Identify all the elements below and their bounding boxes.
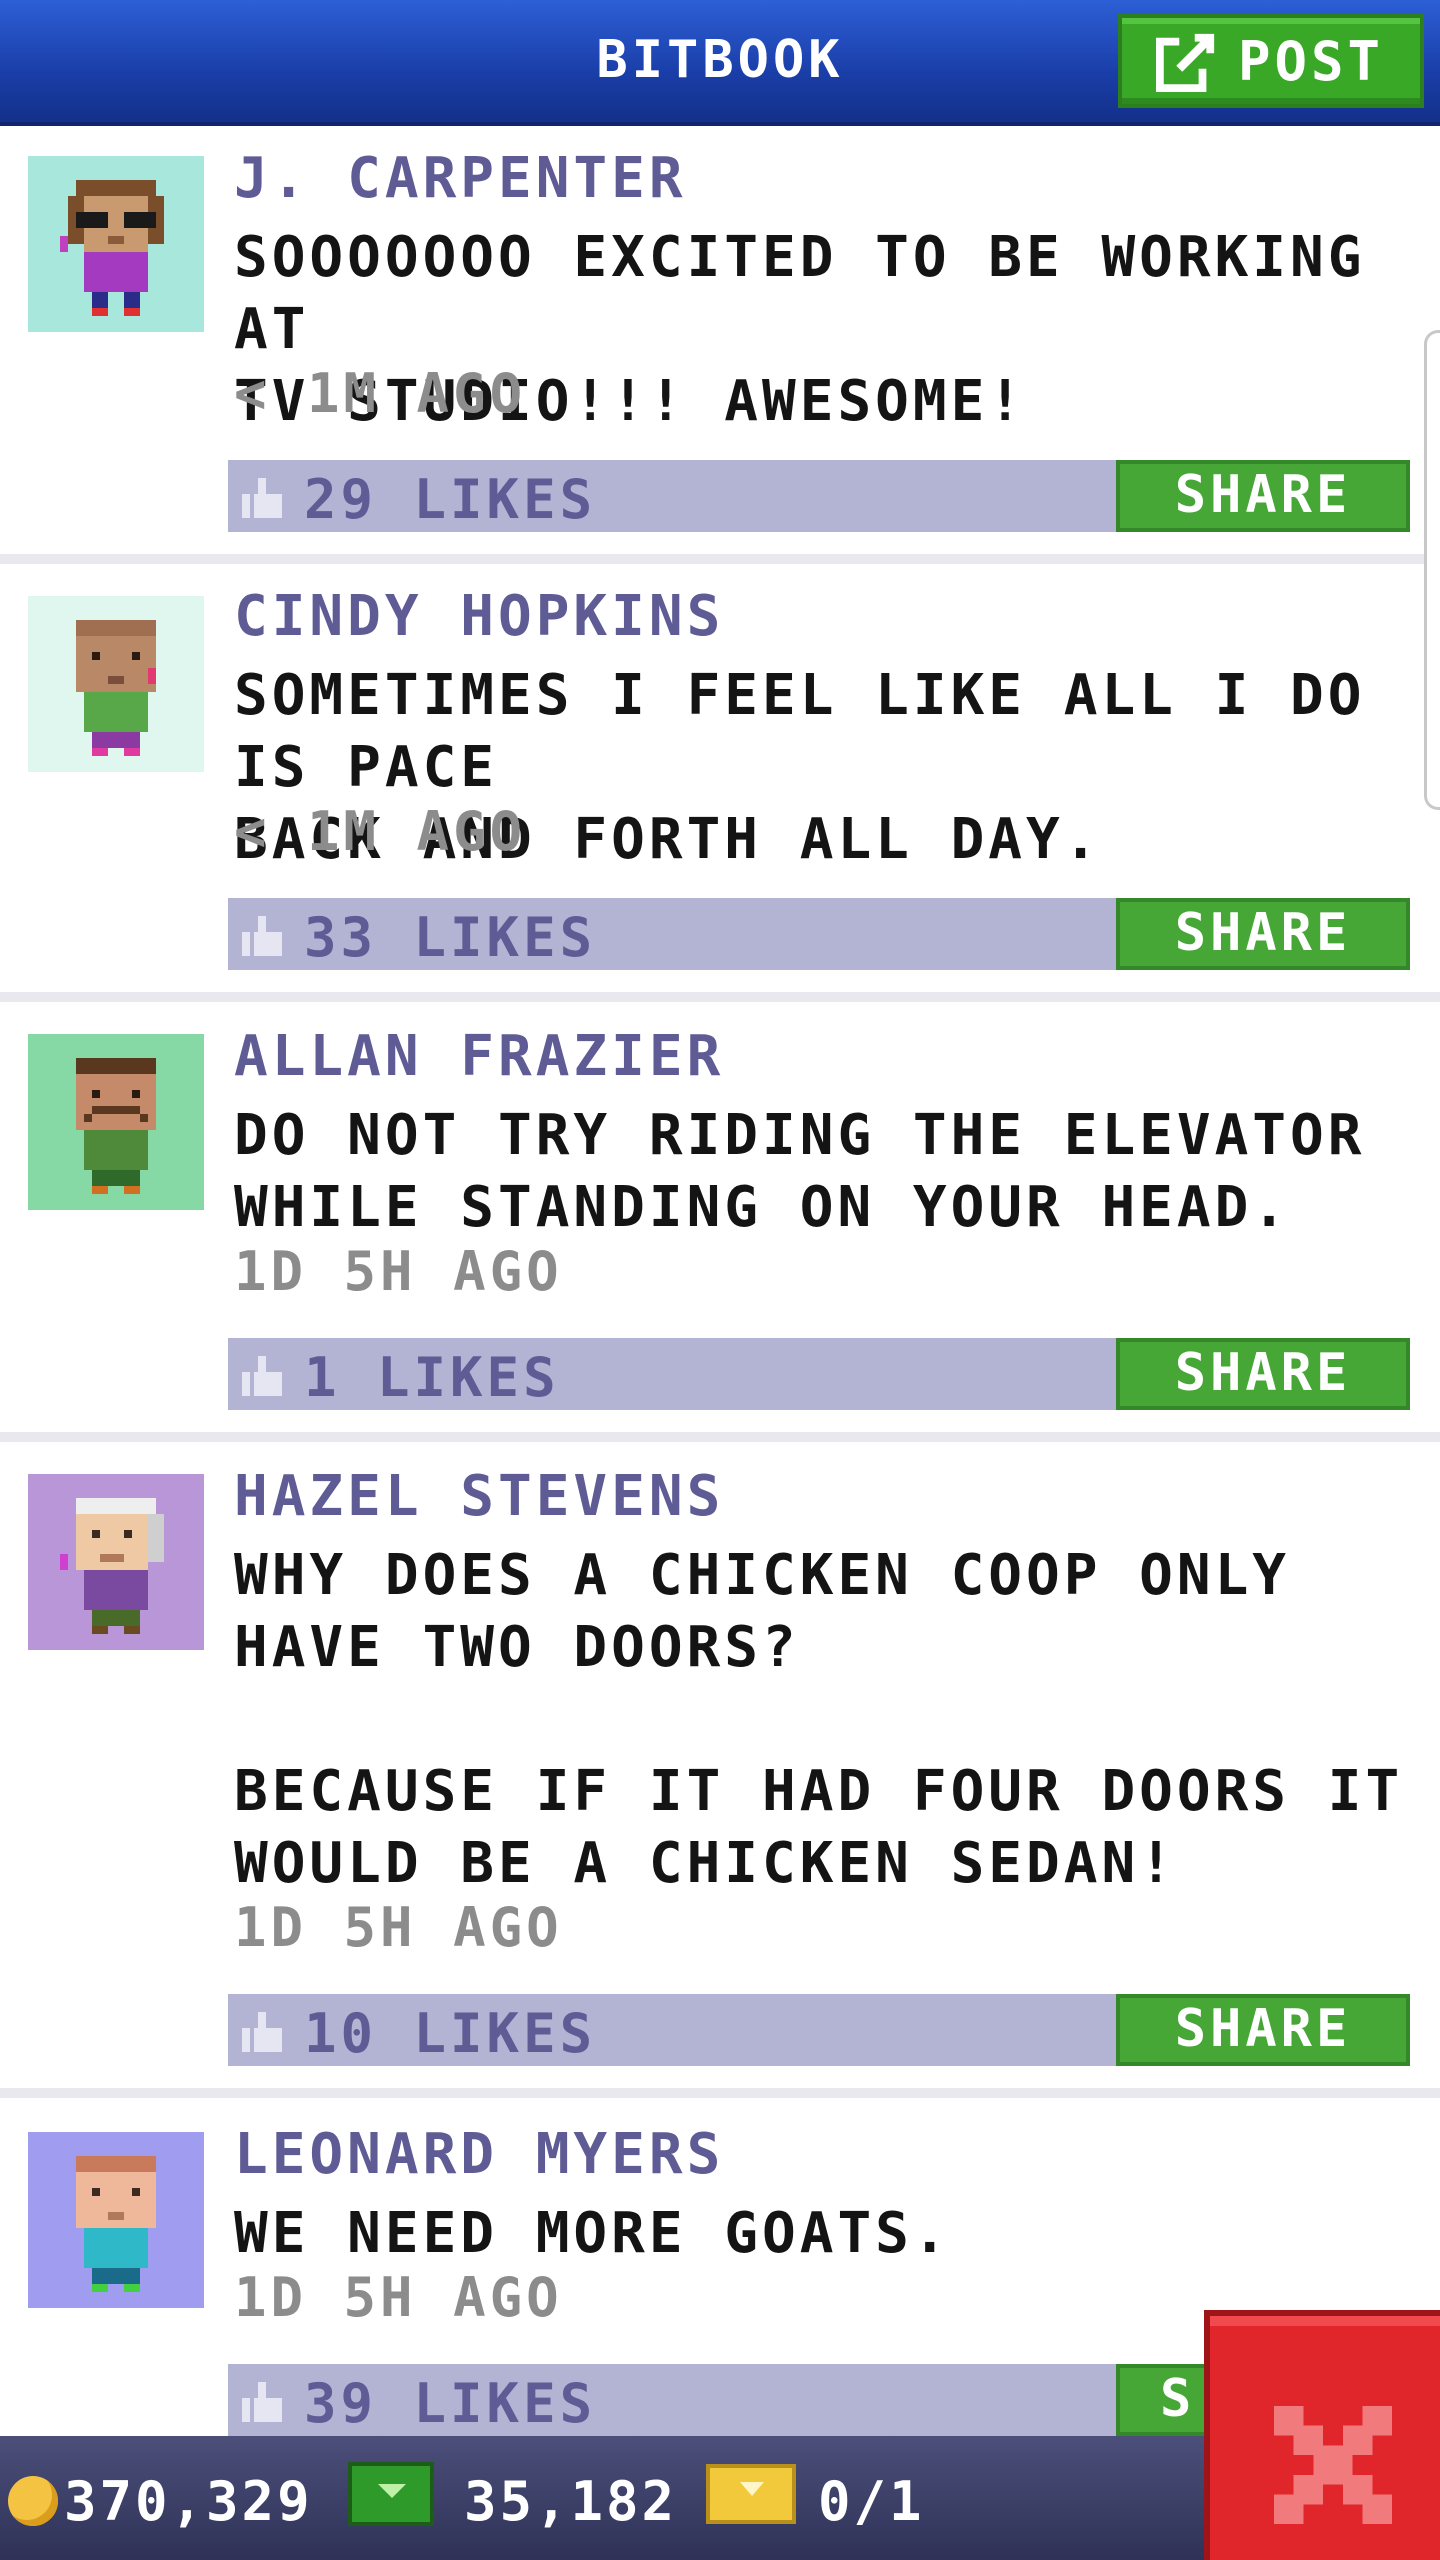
feed-post: CINDY HOPKINS SOMETIMES I FEEL LIKE ALL …: [0, 564, 1440, 1002]
share-button[interactable]: SHARE: [1116, 898, 1410, 970]
edit-icon: [1156, 33, 1215, 92]
post-timestamp: 1D 5H AGO: [234, 1896, 563, 1959]
close-icon: [1274, 2406, 1392, 2524]
share-button[interactable]: SHARE: [1116, 1338, 1410, 1410]
feed-post: HAZEL STEVENS WHY DOES A CHICKEN COOP ON…: [0, 1442, 1440, 2098]
feed-post: ALLAN FRAZIER DO NOT TRY RIDING THE ELEV…: [0, 1002, 1440, 1442]
post-button[interactable]: POST: [1118, 14, 1424, 108]
post-message: DO NOT TRY RIDING THE ELEVATOR WHILE STA…: [234, 1103, 1366, 1240]
post-author[interactable]: CINDY HOPKINS: [234, 584, 724, 649]
ticket-icon: [706, 2464, 796, 2524]
post-timestamp: < 1M AGO: [234, 362, 527, 425]
bux-count: 35,182: [464, 2470, 678, 2533]
likes-count: 1 LIKES: [304, 1346, 560, 1409]
thumbs-up-icon: [242, 478, 282, 518]
scroll-handle[interactable]: [1424, 330, 1440, 810]
post-timestamp: 1D 5H AGO: [234, 1240, 563, 1303]
avatar[interactable]: [28, 156, 204, 332]
post-message: WHY DOES A CHICKEN COOP ONLY HAVE TWO DO…: [234, 1543, 1404, 1896]
thumbs-up-icon: [242, 2012, 282, 2052]
likes-bar[interactable]: 10 LIKES SHARE: [228, 1994, 1410, 2066]
feed-post: J. CARPENTER SOOOOOOO EXCITED TO BE WORK…: [0, 126, 1440, 564]
post-button-label: POST: [1238, 29, 1385, 93]
post-message: WE NEED MORE GOATS.: [234, 2201, 951, 2266]
likes-count: 33 LIKES: [304, 906, 597, 969]
thumbs-up-icon: [242, 1356, 282, 1396]
coin-icon: [8, 2476, 58, 2526]
post-timestamp: < 1M AGO: [234, 800, 527, 863]
avatar[interactable]: [28, 1474, 204, 1650]
tickets-count: 0/1: [818, 2470, 925, 2533]
likes-count: 10 LIKES: [304, 2002, 597, 2065]
coins-count: 370,329: [64, 2470, 313, 2533]
post-author[interactable]: LEONARD MYERS: [234, 2122, 724, 2187]
share-button[interactable]: SHARE: [1116, 460, 1410, 532]
avatar[interactable]: [28, 596, 204, 772]
share-button[interactable]: SHARE: [1116, 1994, 1410, 2066]
likes-bar[interactable]: 33 LIKES SHARE: [228, 898, 1410, 970]
thumbs-up-icon: [242, 2382, 282, 2422]
close-button[interactable]: [1204, 2310, 1440, 2560]
likes-count: 39 LIKES: [304, 2372, 597, 2435]
bux-icon: [348, 2462, 434, 2526]
avatar[interactable]: [28, 1034, 204, 1210]
post-author[interactable]: HAZEL STEVENS: [234, 1464, 724, 1529]
post-author[interactable]: ALLAN FRAZIER: [234, 1024, 724, 1089]
avatar[interactable]: [28, 2132, 204, 2308]
likes-count: 29 LIKES: [304, 468, 597, 531]
likes-bar[interactable]: 1 LIKES SHARE: [228, 1338, 1410, 1410]
app-header: BITBOOK POST: [0, 0, 1440, 126]
post-timestamp: 1D 5H AGO: [234, 2266, 563, 2329]
thumbs-up-icon: [242, 916, 282, 956]
likes-bar[interactable]: 29 LIKES SHARE: [228, 460, 1410, 532]
post-author[interactable]: J. CARPENTER: [234, 146, 687, 211]
